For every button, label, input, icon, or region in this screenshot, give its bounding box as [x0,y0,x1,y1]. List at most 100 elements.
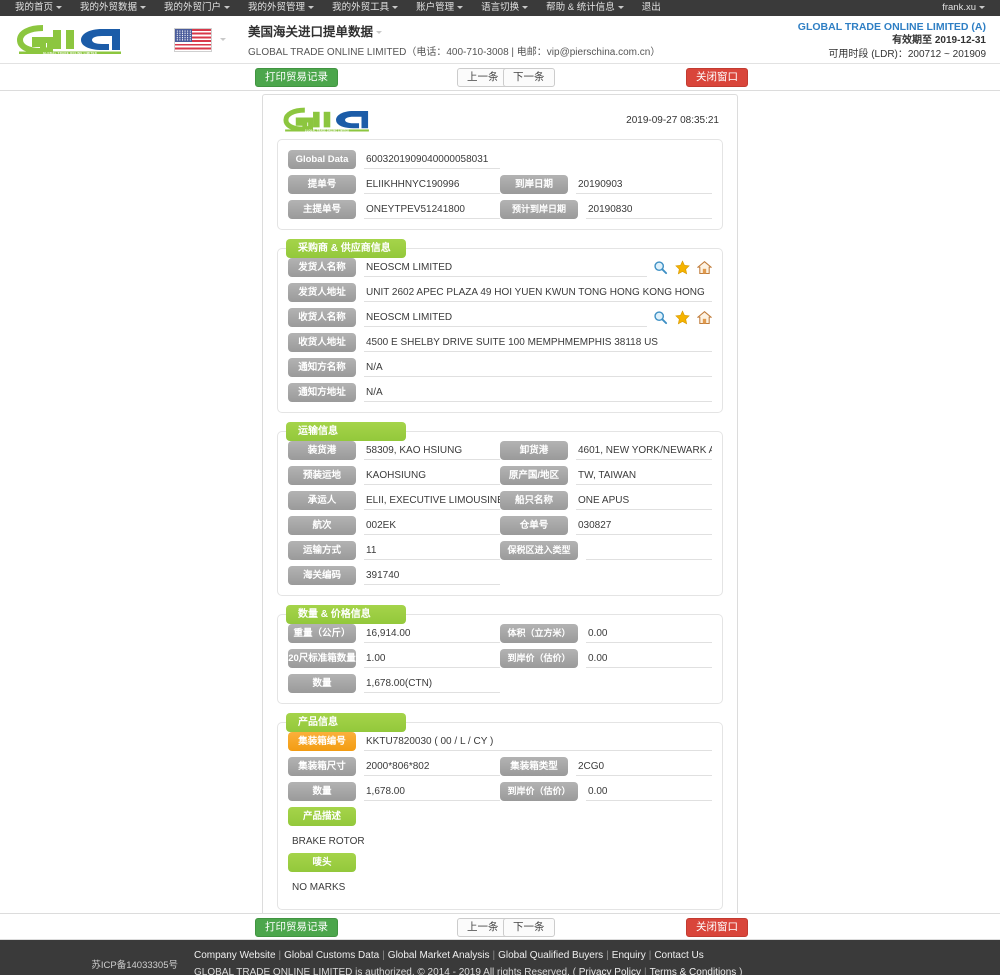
footer-link-terms-conditions[interactable]: Terms & Conditions [650,967,737,975]
product-panel-title: 产品信息 [286,713,406,732]
footer-link-global-qualified-buyers[interactable]: Global Qualified Buyers [498,950,603,961]
row-container-size-type: 集装箱尺寸 2000*806*802 集装箱类型 2CG0 [288,757,712,776]
shipper-address-value: UNIT 2602 APEC PLAZA 49 HOI YUEN KWUN TO… [364,283,712,302]
row-notify-address: 通知方地址 N/A [288,383,712,402]
nav-item-0[interactable]: 我的首页 [6,0,71,16]
field-notify-address: 通知方地址 N/A [288,383,712,402]
footer-link-global-market-analysis[interactable]: Global Market Analysis [388,950,490,961]
close-window-button-bottom[interactable]: 关闭窗口 [686,918,748,937]
previous-record-button[interactable]: 上一条 [457,68,509,87]
arrival-date-value: 20190903 [576,175,712,194]
field-load-port: 装货港 58309, KAO HSIUNG [288,441,500,460]
product-cif-value: 0.00 [586,782,712,801]
next-record-button[interactable]: 下一条 [503,68,555,87]
row-teu-cif: 20尺标准箱数量 1.00 到岸价（估价） 0.00 [288,649,712,668]
quantity-label: 数量 [288,674,356,693]
site-logo[interactable]: GLOBAL TRADE ONLINE LIMITED [14,24,144,55]
search-icon[interactable] [653,260,668,275]
copyright-close-paren: ) [739,966,743,975]
nav-item-3[interactable]: 我的外贸管理 [239,0,323,16]
nav-item-logout[interactable]: 退出 [633,0,670,16]
product-desc-label: 产品描述 [288,807,356,826]
close-window-button[interactable]: 关闭窗口 [686,68,748,87]
field-quantity: 数量 1,678.00(CTN) [288,674,500,693]
print-trade-record-button[interactable]: 打印贸易记录 [255,68,338,87]
previous-record-button-bottom[interactable]: 上一条 [457,918,509,937]
discharge-port-value: 4601, NEW YORK/NEWARK AR [576,441,712,460]
container-no-label: 集装箱编号 [288,732,356,751]
shipping-panel-title: 运输信息 [286,422,406,441]
notify-name-label: 通知方名称 [288,358,356,377]
footer-link-enquiry[interactable]: Enquiry [612,950,646,961]
chevron-down-icon [376,31,383,35]
row-marks-label: 唛头 [288,853,712,872]
print-trade-record-button-bottom[interactable]: 打印贸易记录 [255,918,338,937]
footer-link-privacy-policy[interactable]: Privacy Policy [579,967,641,975]
footer-link-global-customs-data[interactable]: Global Customs Data [284,950,379,961]
chevron-down-icon [56,5,63,9]
divider: | [278,949,282,961]
copyright-text: GLOBAL TRADE ONLINE LIMITED is authorize… [194,966,576,975]
page-title[interactable]: 美国海关进口提单数据 [248,21,660,40]
field-global-data: Global Data 6003201909040000058031 [288,150,500,169]
container-size-label: 集装箱尺寸 [288,757,356,776]
preload-value: KAOHSIUNG [364,466,500,485]
transport-mode-value: 11 [364,541,500,560]
consignee-address-label: 收货人地址 [288,333,356,352]
nav-item-2[interactable]: 我的外贸门户 [155,0,239,16]
country-selector[interactable] [174,27,226,52]
row-preload-origin: 预装运地 KAOHSIUNG 原产国/地区 TW, TAIWAN [288,466,712,485]
nav-item-label: 我的外贸管理 [248,2,306,13]
home-icon[interactable] [697,260,712,275]
origin-value: TW, TAIWAN [576,466,712,485]
nav-item-1[interactable]: 我的外贸数据 [71,0,155,16]
nav-item-label: 语言切换 [481,2,520,13]
quantity-panel: 数量 & 价格信息 重量（公斤） 16,914.00 体积（立方米） 0.00 … [277,605,723,704]
consignee-address-value: 4500 E SHELBY DRIVE SUITE 100 MEMPHMEMPH… [364,333,712,352]
row-transport-bonded: 运输方式 11 保税区进入类型 [288,541,712,560]
field-discharge-port: 卸货港 4601, NEW YORK/NEWARK AR [500,441,712,460]
field-teu: 20尺标准箱数量 1.00 [288,649,500,668]
footer-link-contact-us[interactable]: Contact Us [654,950,703,961]
field-arrival-date: 到岸日期 20190903 [500,175,712,194]
notify-address-label: 通知方地址 [288,383,356,402]
search-icon[interactable] [653,310,668,325]
divider: | [644,966,647,975]
field-cif: 到岸价（估价） 0.00 [500,649,712,668]
basic-row-global-data: Global Data 6003201909040000058031 [288,150,712,169]
hs-code-label: 海关编码 [288,566,356,585]
star-icon[interactable] [675,310,690,325]
container-size-value: 2000*806*802 [364,757,500,776]
nav-item-label: 退出 [641,2,661,13]
user-menu[interactable]: frank.xu [933,0,994,16]
weight-label: 重量（公斤） [288,624,356,643]
site-header: GLOBAL TRADE ONLINE LIMITED 美国海关进口提单数据 G… [0,16,1000,64]
carrier-value: ELII, EXECUTIVE LIMOUSINE S [364,491,500,510]
field-origin: 原产国/地区 TW, TAIWAN [500,466,712,485]
nav-item-6[interactable]: 语言切换 [472,0,537,16]
footer-link-company-website[interactable]: Company Website [194,950,276,961]
master-bl-label: 主提单号 [288,200,356,219]
home-icon[interactable] [697,310,712,325]
parties-panel-title: 采购商 & 供应商信息 [286,239,406,258]
document-header: GLOBAL TRADE ONLINE LIMITED 2019-09-27 0… [277,103,723,137]
hs-code-value: 391740 [364,566,500,585]
quantity-panel-title: 数量 & 价格信息 [286,605,406,624]
load-port-value: 58309, KAO HSIUNG [364,441,500,460]
nav-item-7[interactable]: 帮助 & 统计信息 [537,0,633,16]
star-icon[interactable] [675,260,690,275]
gto-logo-icon: GLOBAL TRADE ONLINE LIMITED [283,107,369,132]
next-record-button-bottom[interactable]: 下一条 [503,918,555,937]
bl-number-label: 提单号 [288,175,356,194]
cif-label: 到岸价（估价） [500,649,578,668]
volume-label: 体积（立方米） [500,624,578,643]
nav-item-5[interactable]: 账户管理 [407,0,472,16]
origin-label: 原产国/地区 [500,466,568,485]
user-name: frank.xu [942,2,976,13]
field-hs-code: 海关编码 391740 [288,566,500,585]
chevron-down-icon [522,5,529,9]
shipper-action-icons [653,260,712,275]
row-ports: 装货港 58309, KAO HSIUNG 卸货港 4601, NEW YORK… [288,441,712,460]
eta-label: 预计到岸日期 [500,200,578,219]
nav-item-4[interactable]: 我的外贸工具 [323,0,407,16]
